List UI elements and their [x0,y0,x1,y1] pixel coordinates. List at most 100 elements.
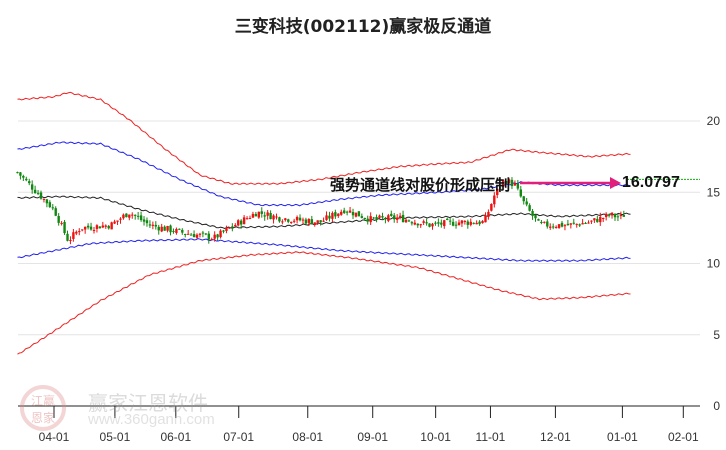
candle-body [242,217,246,225]
candle-body [222,230,225,232]
candle-body [128,214,131,218]
candle-body [572,222,575,224]
candle-body [110,222,113,230]
candle-body [234,225,237,227]
candle-body [184,234,187,236]
candle-body [60,222,63,224]
candle-body [95,225,99,229]
candle-body [195,234,199,238]
candle-body [457,222,461,226]
candle-body [331,212,334,219]
candle-body [554,226,558,228]
candle-body [481,221,484,224]
candle-body [490,203,493,211]
candle-body [304,219,308,224]
candle-body [48,202,52,208]
candle-body [319,220,322,223]
candle-body [575,223,578,225]
annotation-text: 强势通道线对股价形成压制 [330,176,511,194]
candle-body [557,224,561,228]
candle-body [169,225,172,233]
candle-body [407,220,411,222]
candle-body [522,196,525,202]
candle-body [139,215,143,221]
candle-body [543,221,546,223]
candle-body [142,219,146,222]
candle-body [516,183,520,189]
candle-body [451,221,455,226]
candle-body [198,233,202,235]
candle-body [204,233,208,235]
annotation-arrowhead [610,177,621,189]
candle-body [178,228,181,230]
candle-body [163,226,166,231]
candle-body [125,213,128,218]
series-lower-red [17,251,631,355]
candle-body [154,224,158,227]
candle-body [613,214,617,218]
candle-body [25,178,28,181]
candle-body [593,218,596,221]
candle-body [590,220,593,222]
candle-body [104,225,107,227]
candle-body [596,218,599,223]
candle-body [51,207,54,209]
candle-body [254,213,258,217]
candle-body [463,220,467,222]
candle-body [534,214,537,219]
candle-body [22,175,25,178]
candle-body [272,215,275,220]
candle-body [275,216,278,218]
candle-body [443,220,446,227]
candle-body [372,217,375,219]
candle-body [72,232,75,239]
candle-body [454,224,458,226]
series-upper-blue [17,141,631,207]
candle-body [39,192,43,199]
candle-body [422,221,425,223]
candle-body [30,184,34,190]
series-upper-red [17,91,631,185]
candle-body [134,214,137,216]
candle-body [484,215,487,223]
candle-body [316,220,319,223]
candle-body [340,211,343,215]
candle-body [89,226,93,230]
candle-body [186,233,190,235]
candle-body [131,214,134,216]
candle-body [175,228,178,233]
candle-body [475,222,478,225]
candle-body [466,221,470,225]
candle-body [310,219,314,225]
candle-body [472,222,475,224]
candle-body [45,199,49,204]
candle-body [513,183,517,186]
candle-body [437,222,440,224]
candle-body [401,214,405,223]
candle-body [528,205,531,211]
candle-body [363,218,366,220]
y-tick-label: 5 [713,328,720,342]
candle-body [63,221,66,234]
candle-body [431,223,434,227]
candle-body [36,192,40,194]
candle-body [607,214,611,216]
candle-body [525,201,528,205]
candle-body [66,233,69,241]
candle-body [619,215,623,217]
candle-body [284,218,287,221]
candle-body [531,211,534,216]
x-tick-label: 04-01 [39,430,70,444]
candle-body [487,211,490,217]
y-tick-label: 0 [713,399,720,413]
candle-body [219,230,222,238]
candle-body [337,213,340,217]
candle-body [181,229,184,233]
candle-body [578,224,581,226]
candle-body [266,212,269,216]
candle-body [107,225,110,229]
candle-body [119,218,122,220]
candle-body [251,213,255,218]
candle-body [216,234,219,238]
candle-body [281,221,284,223]
